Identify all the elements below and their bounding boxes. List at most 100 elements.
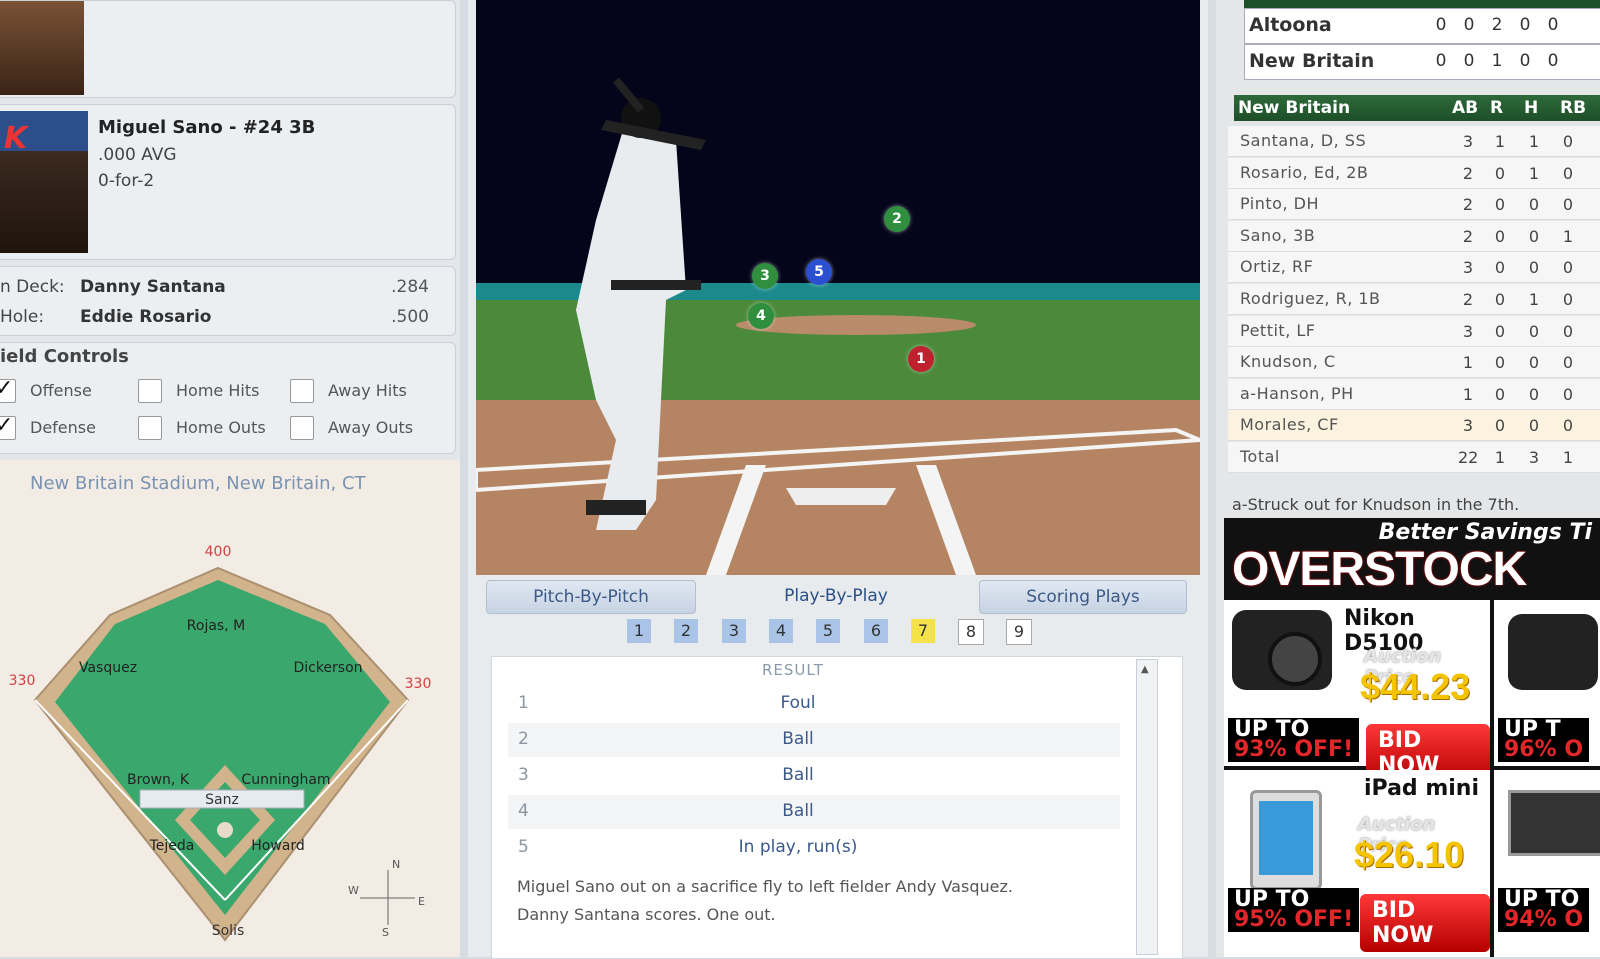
result-text: Ball	[782, 729, 814, 749]
inning-1[interactable]: 1	[627, 619, 651, 643]
result-scrollbar[interactable]: ▲	[1136, 659, 1158, 955]
fielder-rf[interactable]: Dickerson	[293, 660, 362, 676]
tab-pitch-by-pitch[interactable]: Pitch-By-Pitch	[486, 580, 696, 614]
inning-9[interactable]: 9	[1006, 619, 1032, 645]
stat-cell: 0	[1528, 226, 1540, 246]
advertisement[interactable]: Better Savings Ti OVERSTOCK CLE Nikon D5…	[1224, 518, 1600, 957]
center-panel: 2 3 5 4 1 Pitch-By-Pitch Play-By-Play Sc…	[468, 0, 1208, 959]
ad-tile-side-2[interactable]: UP TO 94% O	[1494, 770, 1600, 957]
camera-icon	[1232, 610, 1332, 690]
fielder-2b[interactable]: Cunningham	[241, 772, 330, 788]
boxscore-player-row[interactable]: Knudson, C1000	[1228, 347, 1600, 379]
pitch-marker-3[interactable]: 3	[752, 263, 778, 289]
offense-checkbox[interactable]	[0, 376, 16, 403]
boxscore-player-row[interactable]: Rosario, Ed, 2B 2 0 1 0	[1228, 157, 1600, 189]
tab-scoring-plays[interactable]: Scoring Plays	[979, 580, 1187, 614]
inning-2[interactable]: 2	[674, 619, 698, 643]
pitch-marker-4[interactable]: 4	[748, 303, 774, 329]
fielder-3b[interactable]: Tejeda	[149, 838, 195, 854]
inning-6[interactable]: 6	[864, 619, 888, 643]
fielder-p[interactable]: Sanz	[205, 792, 239, 808]
stat-cell: 1	[1562, 448, 1574, 467]
home-hits-checkbox[interactable]	[138, 379, 162, 403]
stat-cell: 0	[1494, 290, 1506, 309]
boxscore-player-row[interactable]: Pettit, LF 3 0 0 0	[1228, 315, 1600, 347]
stat-cell: 3	[1462, 416, 1474, 436]
stat-cell: 2	[1462, 290, 1474, 309]
stat-cell: 2	[1462, 163, 1474, 183]
away-outs-checkbox[interactable]	[290, 416, 314, 440]
on-deck-name[interactable]: Danny Santana	[80, 277, 226, 297]
tab-play-by-play[interactable]: Play-By-Play	[738, 580, 934, 612]
player-name: Morales, CF	[1240, 415, 1339, 435]
stat-cell: 0	[1494, 163, 1506, 183]
offense-label: Offense	[30, 381, 92, 400]
inning-7[interactable]: 7	[911, 619, 935, 643]
pitch-marker-1[interactable]: 1	[908, 346, 934, 372]
laptop-icon	[1508, 790, 1600, 856]
boxscore-total-row[interactable]: Total 22 1 3 1	[1228, 442, 1600, 473]
fielder-lf[interactable]: Vasquez	[79, 660, 137, 676]
bid-now-button[interactable]: BID NOW	[1360, 894, 1490, 952]
stat-cell: 0	[1494, 321, 1506, 341]
batter-avg: .000 AVG	[98, 145, 177, 165]
stat-cell: 1	[1528, 163, 1540, 183]
player-name: Rodriguez, R, 1B	[1240, 289, 1381, 308]
pitch-marker-5[interactable]: 5	[806, 259, 832, 285]
stat-cell: 1	[1494, 132, 1506, 151]
linescore-row-home: New Britain 0 0 1 0 0	[1244, 44, 1600, 80]
stadium-scene	[476, 0, 1200, 575]
inning-3[interactable]: 3	[722, 619, 746, 643]
batter-photo: K	[0, 111, 88, 253]
result-row[interactable]: 4 Ball	[508, 795, 1120, 829]
ad-product-name: iPad mini	[1364, 776, 1479, 801]
boxscore-player-row[interactable]: Pinto, DH 2 0 0 0	[1228, 189, 1600, 221]
pitch-marker-2[interactable]: 2	[884, 206, 910, 232]
defense-checkbox[interactable]	[0, 413, 16, 440]
inning-runs: 1	[1491, 51, 1503, 71]
fielder-c[interactable]: Solis	[212, 923, 245, 939]
inning-8[interactable]: 8	[958, 619, 984, 645]
in-hole-name[interactable]: Eddie Rosario	[80, 307, 211, 327]
away-hits-checkbox[interactable]	[290, 379, 314, 403]
boxscore-note: a-Struck out for Knudson in the 7th.	[1232, 495, 1520, 514]
stat-cell: 0	[1562, 290, 1574, 309]
camera-icon	[1508, 614, 1598, 690]
ad-tile-nikon[interactable]: Nikon D5100 Auction Price $44.23 UP TO 93…	[1224, 600, 1490, 782]
team-name: New Britain	[1249, 50, 1375, 72]
inning-runs: 0	[1519, 51, 1531, 71]
boxscore-player-row[interactable]: Rodriguez, R, 1B 2 0 1 0	[1228, 284, 1600, 315]
fielder-cf[interactable]: Rojas, M	[187, 618, 245, 634]
boxscore-player-row[interactable]: Morales, CF 3 0 0 0	[1228, 410, 1600, 442]
boxscore-header: New Britain AB R H RB	[1234, 95, 1600, 121]
boxscore-player-row[interactable]: Ortiz, RF 3 0 0 0	[1228, 252, 1600, 284]
ad-tile-ipad[interactable]: iPad mini Auction Price $26.10 UP TO 95% …	[1224, 770, 1490, 957]
boxscore-player-row[interactable]: Santana, D, SS 3 1 1 0	[1228, 126, 1600, 157]
fielder-ss[interactable]: Brown, K	[127, 772, 190, 788]
result-row[interactable]: 5 In play, run(s)	[508, 831, 1120, 865]
in-hole-avg: .500	[391, 307, 429, 327]
home-outs-checkbox[interactable]	[138, 416, 162, 440]
player-name: Ortiz, RF	[1240, 257, 1314, 277]
result-row[interactable]: 3 Ball	[508, 759, 1120, 793]
boxscore-team: New Britain	[1238, 98, 1351, 118]
discount-badge: UP TO 93% OFF!	[1228, 718, 1360, 762]
result-text: In play, run(s)	[738, 837, 858, 857]
ad-tile-side-1[interactable]: UP T 96% O	[1494, 600, 1600, 766]
inning-4[interactable]: 4	[769, 619, 793, 643]
boxscore-player-row[interactable]: a-Hanson, PH 1 0 0 0	[1228, 378, 1600, 410]
away-hits-label: Away Hits	[328, 381, 407, 400]
scroll-up-icon[interactable]: ▲	[1141, 664, 1149, 675]
fielder-1b[interactable]: Howard	[251, 838, 305, 854]
dist-left: 330	[9, 673, 36, 689]
boxscore-player-row[interactable]: Sano, 3B 2 0 0 1	[1228, 220, 1600, 252]
result-text: Ball	[782, 765, 814, 785]
result-row[interactable]: 2 Ball	[508, 723, 1120, 757]
stat-cell: 0	[1494, 353, 1506, 373]
result-row[interactable]: 1 Foul	[508, 687, 1120, 721]
svg-text:N: N	[392, 858, 400, 871]
inning-5[interactable]: 5	[816, 619, 840, 643]
player-name: Pettit, LF	[1240, 320, 1316, 340]
col-r: R	[1490, 98, 1504, 118]
in-hole-label: Hole:	[0, 307, 45, 327]
